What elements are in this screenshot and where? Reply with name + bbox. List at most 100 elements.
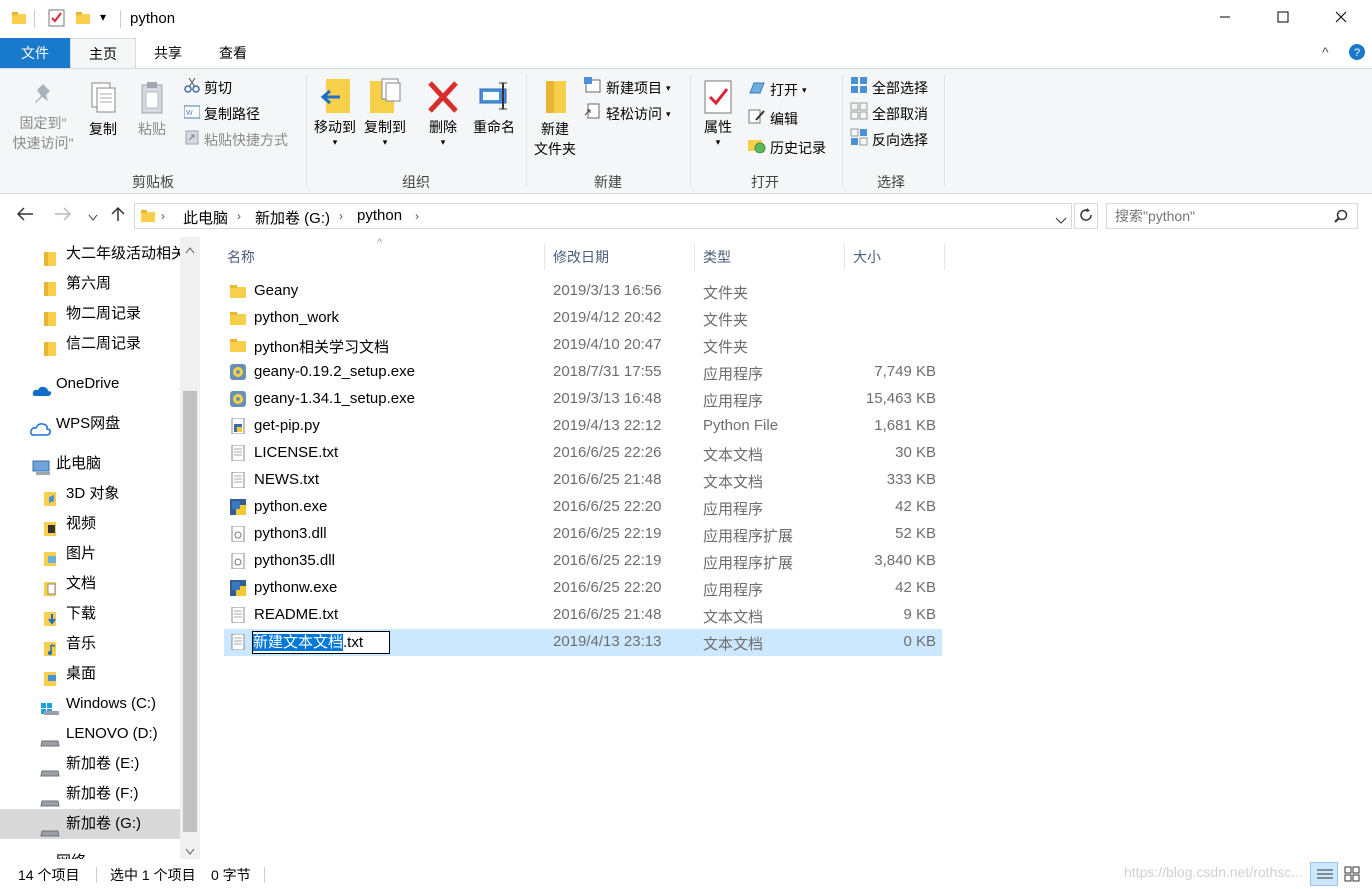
large-icons-view-button[interactable]: [1344, 866, 1360, 885]
nav-item-desktop[interactable]: 桌面: [0, 659, 180, 689]
file-row-renaming[interactable]: 新建文本文档.txt 2019/4/13 23:13 文本文档 0 KB: [224, 629, 942, 656]
file-size: 9 KB: [903, 606, 936, 623]
file-date: 2019/4/12 20:42: [553, 309, 662, 326]
breadcrumb-drive-g[interactable]: 新加卷 (G:): [255, 207, 330, 228]
tab-view[interactable]: 查看: [204, 38, 262, 68]
search-input[interactable]: [1106, 203, 1358, 229]
delete-button[interactable]: 删除 ▾: [424, 77, 462, 147]
file-row[interactable]: python3.dll 2016/6/25 22:19 应用程序扩展 52 KB: [224, 521, 942, 548]
cut-button[interactable]: 剪切: [184, 77, 232, 99]
file-row[interactable]: NEWS.txt 2016/6/25 21:48 文本文档 333 KB: [224, 467, 942, 494]
recent-locations-chevron-down-icon[interactable]: [88, 209, 98, 225]
invert-selection-button[interactable]: 反向选择: [850, 128, 928, 151]
file-row[interactable]: geany-0.19.2_setup.exe 2018/7/31 17:55 应用程…: [224, 359, 942, 386]
file-row[interactable]: python相关学习文档 2019/4/10 20:47 文件夹: [224, 332, 942, 359]
properties-icon[interactable]: [48, 9, 66, 30]
nav-item-documents[interactable]: 文档: [0, 569, 180, 599]
nav-item-folder[interactable]: 大二年级活动相关: [0, 239, 180, 269]
nav-item-this-pc[interactable]: 此电脑: [0, 449, 180, 479]
history-button[interactable]: 历史记录: [748, 137, 826, 159]
installer-icon: [230, 391, 246, 407]
open-button[interactable]: 打开 ▾: [748, 79, 807, 101]
new-folder-icon[interactable]: [76, 11, 90, 28]
new-folder-button[interactable]: 新建 文件夹: [530, 77, 580, 159]
nav-item-drive-d[interactable]: LENOVO (D:): [0, 719, 180, 749]
nav-item-wps-cloud[interactable]: WPS网盘: [0, 409, 180, 439]
file-row[interactable]: geany-1.34.1_setup.exe 2019/3/13 16:48 应用程…: [224, 386, 942, 413]
tab-file[interactable]: 文件: [0, 38, 70, 68]
file-row[interactable]: pythonw.exe 2016/6/25 22:20 应用程序 42 KB: [224, 575, 942, 602]
file-row[interactable]: python.exe 2016/6/25 22:20 应用程序 42 KB: [224, 494, 942, 521]
divider: [96, 867, 97, 883]
breadcrumb-separator-icon[interactable]: ›: [161, 209, 165, 223]
column-header-size[interactable]: 大小: [847, 244, 945, 270]
column-header-type[interactable]: 类型: [697, 244, 845, 270]
nav-item-folder[interactable]: 第六周: [0, 269, 180, 299]
new-item-button[interactable]: 新建项目 ▾: [584, 77, 671, 99]
address-bar[interactable]: › 此电脑 › 新加卷 (G:) › python ›: [134, 203, 1072, 229]
file-row[interactable]: python_work 2019/4/12 20:42 文件夹: [224, 305, 942, 332]
nav-item-pictures[interactable]: 图片: [0, 539, 180, 569]
drive-icon: [40, 729, 60, 749]
details-view-button[interactable]: [1310, 862, 1338, 886]
file-row[interactable]: get-pip.py 2019/4/13 22:12 Python File 1,68…: [224, 413, 942, 440]
breadcrumb-python[interactable]: python: [357, 207, 402, 224]
nav-item-music[interactable]: 音乐: [0, 629, 180, 659]
file-row[interactable]: Geany 2019/3/13 16:56 文件夹: [224, 278, 942, 305]
minimize-button[interactable]: [1196, 0, 1254, 38]
nav-item-drive-g[interactable]: 新加卷 (G:): [0, 809, 180, 839]
column-header-date[interactable]: 修改日期: [547, 244, 695, 270]
nav-item-folder[interactable]: 信二周记录: [0, 329, 180, 359]
nav-item-drive-f[interactable]: 新加卷 (F:): [0, 779, 180, 809]
nav-item-folder[interactable]: 物二周记录: [0, 299, 180, 329]
pin-to-quick-access-button[interactable]: 固定到" 快速访问": [8, 81, 78, 153]
properties-button[interactable]: 属性 ▾: [698, 77, 738, 147]
close-button[interactable]: [1312, 0, 1370, 38]
tab-home[interactable]: 主页: [70, 38, 136, 69]
rename-input[interactable]: 新建文本文档.txt: [252, 631, 390, 654]
breadcrumb-this-pc[interactable]: 此电脑: [183, 207, 228, 228]
up-arrow-icon[interactable]: [110, 206, 126, 225]
easy-access-button[interactable]: 轻松访问 ▾: [584, 103, 671, 125]
tab-share[interactable]: 共享: [140, 38, 196, 68]
select-all-button[interactable]: 全部选择: [850, 77, 928, 99]
breadcrumb-separator-icon[interactable]: ›: [237, 209, 241, 223]
breadcrumb-separator-icon[interactable]: ›: [339, 209, 343, 223]
file-row[interactable]: LICENSE.txt 2016/6/25 22:26 文本文档 30 KB: [224, 440, 942, 467]
copy-path-button[interactable]: W 复制路径: [183, 103, 260, 125]
maximize-button[interactable]: [1254, 0, 1312, 38]
nav-item-network[interactable]: 网络: [0, 847, 180, 859]
refresh-button[interactable]: [1074, 203, 1098, 229]
minimize-ribbon-chevron-icon[interactable]: ^: [1322, 44, 1329, 60]
minimize-icon: [1219, 10, 1231, 28]
breadcrumb-separator-icon[interactable]: ›: [415, 209, 419, 223]
address-history-chevron-down-icon[interactable]: [1055, 212, 1067, 228]
customize-quick-access-dropdown[interactable]: ▾: [100, 10, 106, 24]
copy-to-button[interactable]: 复制到 ▾: [362, 77, 408, 147]
scroll-up-arrow-icon[interactable]: [185, 241, 195, 257]
select-none-button[interactable]: 全部取消: [850, 102, 928, 125]
edit-button[interactable]: 编辑: [748, 108, 798, 130]
paste-button[interactable]: 粘贴: [130, 81, 174, 139]
forward-arrow-icon[interactable]: [54, 207, 72, 224]
help-icon[interactable]: ?: [1348, 43, 1366, 64]
paste-shortcut-button[interactable]: 粘贴快捷方式: [184, 129, 288, 151]
pictures-icon: [44, 547, 58, 569]
rename-button[interactable]: 重命名: [470, 77, 518, 137]
scroll-down-arrow-icon[interactable]: [185, 843, 195, 859]
file-row[interactable]: README.txt 2016/6/25 21:48 文本文档 9 KB: [224, 602, 942, 629]
nav-item-videos[interactable]: 视频: [0, 509, 180, 539]
nav-scrollbar-thumb[interactable]: [183, 391, 197, 832]
column-header-name[interactable]: 名称: [221, 244, 545, 270]
move-to-button[interactable]: 移动到 ▾: [312, 77, 358, 147]
back-arrow-icon[interactable]: [16, 207, 34, 224]
nav-item-drive-e[interactable]: 新加卷 (E:): [0, 749, 180, 779]
file-size: 333 KB: [886, 471, 936, 488]
nav-item-downloads[interactable]: 下载: [0, 599, 180, 629]
copy-button[interactable]: 复制: [82, 81, 124, 139]
file-type: 应用程序扩展: [703, 528, 794, 545]
nav-item-drive-c[interactable]: Windows (C:): [0, 689, 180, 719]
nav-item-onedrive[interactable]: OneDrive: [0, 369, 180, 399]
nav-item-3d-objects[interactable]: 3D 对象: [0, 479, 180, 509]
file-row[interactable]: python35.dll 2016/6/25 22:19 应用程序扩展 3,840 K…: [224, 548, 942, 575]
